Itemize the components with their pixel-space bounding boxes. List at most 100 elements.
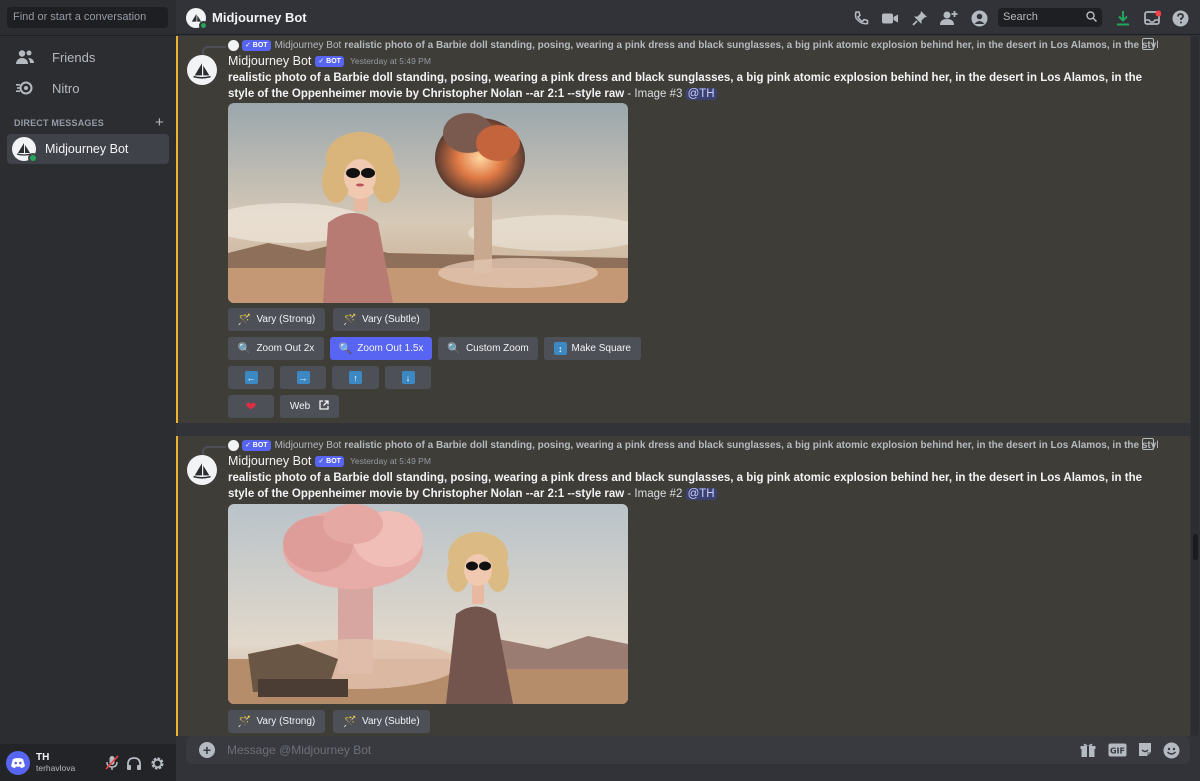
message-input[interactable]: Message @Midjourney Bot xyxy=(227,743,371,757)
message-header: Midjourney Bot ✓ BOT Yesterday at 5:49 P… xyxy=(228,454,431,468)
pan-down-button[interactable]: ↓ xyxy=(385,366,431,389)
web-link-button[interactable]: Web xyxy=(280,395,339,418)
pin-icon[interactable] xyxy=(911,9,929,27)
favorite-button[interactable]: ❤ xyxy=(228,395,274,418)
help-icon[interactable] xyxy=(1171,9,1189,27)
user-info: TH terhavlova xyxy=(36,752,75,774)
arrow-left-icon: ← xyxy=(244,371,258,384)
reply-preview[interactable]: ✓ BOT Midjourney Bot realistic photo of … xyxy=(228,38,1158,52)
pan-right-button[interactable]: → xyxy=(280,366,326,389)
sidebar-item-friends[interactable]: Friends xyxy=(8,42,168,72)
mute-mic-icon[interactable] xyxy=(103,754,121,772)
make-square-button[interactable]: ↕ Make Square xyxy=(544,337,641,360)
avatar[interactable] xyxy=(187,55,217,85)
reply-text: realistic photo of a Barbie doll standin… xyxy=(344,39,1158,51)
message-content: realistic photo of a Barbie doll standin… xyxy=(228,470,1148,502)
button-label: Vary (Strong) xyxy=(256,314,316,325)
reply-text: realistic photo of a Barbie doll standin… xyxy=(344,439,1158,451)
scrollbar-track[interactable] xyxy=(1191,36,1199,736)
dm-item-midjourney-bot[interactable]: Midjourney Bot xyxy=(7,134,169,164)
magic-wand-icon: 🪄 xyxy=(237,314,252,326)
bot-badge: ✓ BOT xyxy=(242,39,271,51)
arrow-down-icon: ↓ xyxy=(401,371,415,384)
custom-zoom-button[interactable]: 🔍 Custom Zoom xyxy=(438,337,538,360)
bot-badge: ✓ BOT xyxy=(315,55,344,67)
vary-strong-button[interactable]: 🪄 Vary (Strong) xyxy=(228,308,325,331)
vary-subtle-button[interactable]: 🪄 Vary (Subtle) xyxy=(333,710,430,733)
image-index: - Image #2 xyxy=(624,488,686,500)
add-friend-icon[interactable] xyxy=(940,9,958,27)
gift-icon[interactable] xyxy=(1079,741,1097,759)
reply-author: Midjourney Bot xyxy=(274,39,342,51)
friends-icon xyxy=(16,48,34,66)
magic-wand-icon: 🪄 xyxy=(237,716,252,728)
gif-icon[interactable]: GIF xyxy=(1107,741,1127,759)
message-timestamp: Yesterday at 5:49 PM xyxy=(349,456,431,466)
user-panel: TH terhavlova xyxy=(0,744,176,781)
user-avatar[interactable] xyxy=(6,750,30,775)
dm-header-label: DIRECT MESSAGES xyxy=(14,118,105,128)
search-input[interactable]: Search xyxy=(998,8,1102,27)
user-mention[interactable]: @TH xyxy=(685,88,717,100)
voice-call-icon[interactable] xyxy=(852,9,870,27)
avatar xyxy=(228,439,239,451)
online-status-icon xyxy=(199,21,208,30)
message-content: realistic photo of a Barbie doll standin… xyxy=(228,70,1148,102)
pan-left-button[interactable]: ← xyxy=(228,366,274,389)
avatar xyxy=(12,137,38,163)
zoom-out-2x-button[interactable]: 🔍 Zoom Out 2x xyxy=(228,337,324,360)
create-dm-button[interactable]: + xyxy=(155,115,164,130)
user-mention[interactable]: @TH xyxy=(685,488,717,500)
magnifier-icon: 🔍 xyxy=(237,343,252,355)
emoji-icon[interactable] xyxy=(1162,741,1180,759)
video-call-icon[interactable] xyxy=(881,9,899,27)
zoom-out-1-5x-button[interactable]: 🔍 Zoom Out 1.5x xyxy=(330,337,432,360)
message-composer[interactable]: + Message @Midjourney Bot GIF xyxy=(186,736,1190,764)
svg-text:GIF: GIF xyxy=(1109,746,1124,755)
search-placeholder: Search xyxy=(1003,11,1038,23)
inbox-icon[interactable] xyxy=(1143,9,1161,27)
message-item: ✓ BOT Midjourney Bot realistic photo of … xyxy=(176,436,1190,736)
magnifier-icon: 🔍 xyxy=(338,343,353,355)
find-conversation-button[interactable]: Find or start a conversation xyxy=(7,7,168,28)
user-name: TH xyxy=(36,751,50,763)
image-index: - Image #3 xyxy=(624,88,686,100)
message-author[interactable]: Midjourney Bot xyxy=(228,54,311,68)
image-icon xyxy=(1142,38,1154,50)
vary-subtle-button[interactable]: 🪄 Vary (Subtle) xyxy=(333,308,430,331)
sticker-icon[interactable] xyxy=(1136,741,1154,759)
nitro-icon xyxy=(16,79,34,97)
message-list: ✓ BOT Midjourney Bot realistic photo of … xyxy=(176,36,1190,736)
magic-wand-icon: 🪄 xyxy=(343,314,358,326)
pan-up-button[interactable]: ↑ xyxy=(332,366,379,389)
sidebar-divider xyxy=(0,35,176,36)
generated-image[interactable] xyxy=(228,504,628,704)
attach-plus-icon[interactable]: + xyxy=(199,742,215,758)
user-profile-icon[interactable] xyxy=(970,9,988,27)
message-author[interactable]: Midjourney Bot xyxy=(228,454,311,468)
page-title: Midjourney Bot xyxy=(212,10,307,25)
avatar[interactable] xyxy=(187,455,217,485)
arrow-up-icon: ↑ xyxy=(349,371,362,384)
message-timestamp: Yesterday at 5:49 PM xyxy=(349,56,431,66)
generated-image[interactable] xyxy=(228,103,628,303)
sidebar-item-nitro[interactable]: Nitro xyxy=(8,73,168,103)
sidebar-item-label: Nitro xyxy=(52,80,80,96)
headphones-icon[interactable] xyxy=(125,754,143,772)
button-label: Vary (Subtle) xyxy=(362,314,420,325)
sidebar-item-label: Friends xyxy=(52,49,96,65)
gear-icon[interactable] xyxy=(148,754,166,772)
button-label: Make Square xyxy=(571,343,631,354)
vary-strong-button[interactable]: 🪄 Vary (Strong) xyxy=(228,710,325,733)
scrollbar-thumb[interactable] xyxy=(1193,534,1198,560)
external-link-icon xyxy=(319,400,329,413)
magic-wand-icon: 🪄 xyxy=(343,716,358,728)
download-icon[interactable] xyxy=(1114,9,1132,27)
bot-badge: ✓ BOT xyxy=(315,455,344,467)
search-icon xyxy=(1086,11,1098,26)
reply-author: Midjourney Bot xyxy=(274,439,342,451)
avatar xyxy=(228,39,239,51)
image-icon xyxy=(1142,438,1154,450)
reply-preview[interactable]: ✓ BOT Midjourney Bot realistic photo of … xyxy=(228,438,1158,452)
button-label: Vary (Subtle) xyxy=(362,716,420,727)
